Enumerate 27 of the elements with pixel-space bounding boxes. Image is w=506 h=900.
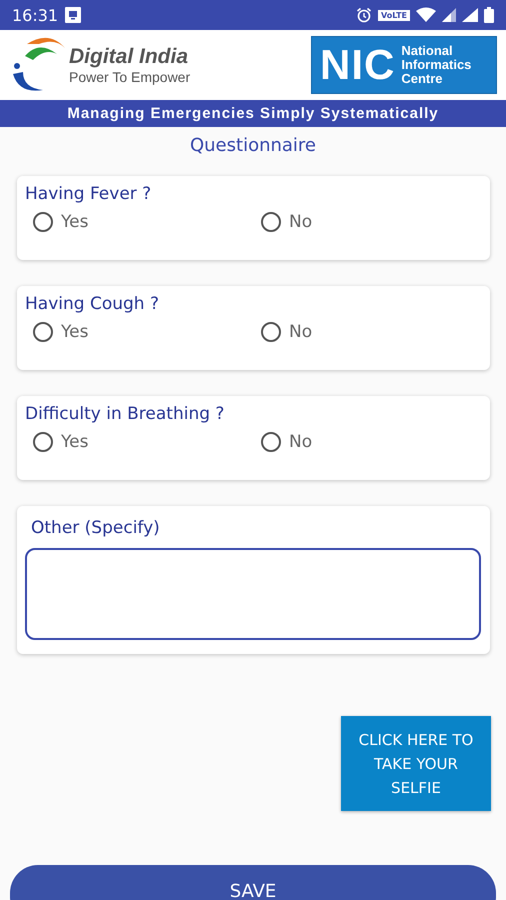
signal-icon — [442, 7, 456, 23]
selfie-button[interactable]: CLICK HERE TO TAKE YOUR SELFIE — [341, 716, 491, 811]
page-title: Questionnaire — [190, 135, 316, 156]
battery-icon — [484, 7, 494, 23]
question-label: Difficulty in Breathing ? — [25, 404, 224, 424]
screen-icon — [64, 6, 82, 24]
radio-option[interactable]: Yes — [25, 322, 253, 342]
radio-option[interactable]: No — [253, 432, 481, 452]
tagline-banner: Managing Emergencies Simply Systematically — [0, 100, 506, 127]
volte-badge: VoLTE — [378, 10, 410, 20]
radio-option[interactable]: No — [253, 322, 481, 342]
question-label: Having Fever ? — [25, 184, 152, 204]
logo-tagline: Power To Empower — [69, 69, 190, 85]
signal-icon — [462, 7, 478, 23]
alarm-icon — [356, 7, 372, 23]
radio-option[interactable]: No — [253, 212, 481, 232]
nic-mark: NIC — [320, 44, 396, 86]
other-label: Other (Specify) — [31, 518, 160, 538]
save-button[interactable]: SAVE — [10, 865, 496, 900]
radio-option[interactable]: Yes — [25, 432, 253, 452]
status-time: 16:31 — [12, 6, 58, 24]
nic-name: National Informatics Centre — [401, 44, 472, 86]
wifi-icon — [416, 7, 436, 23]
radio-option[interactable]: Yes — [25, 212, 253, 232]
logo-title: Digital India — [69, 45, 190, 69]
question-label: Having Cough ? — [25, 294, 159, 314]
other-text-field[interactable] — [25, 548, 481, 640]
